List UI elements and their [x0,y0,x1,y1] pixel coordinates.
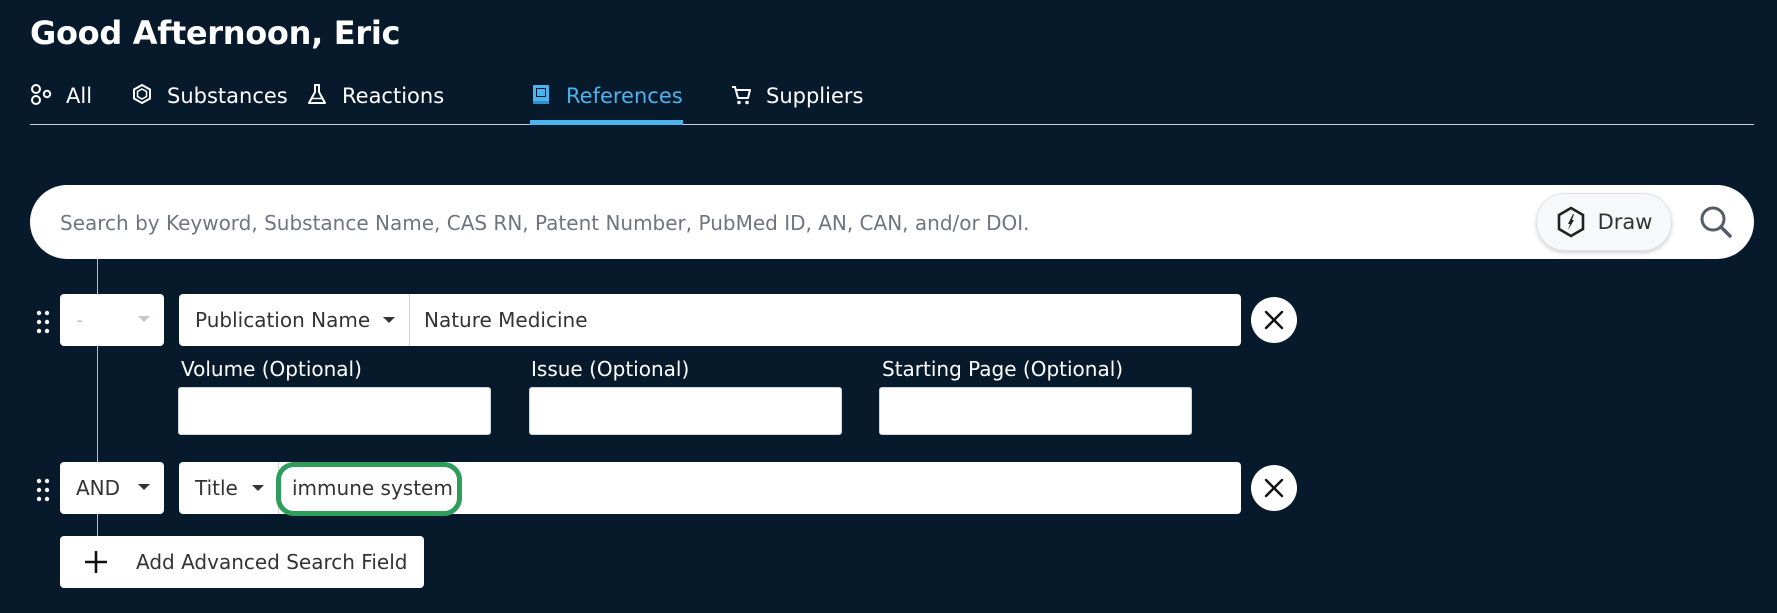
draw-structure-icon [1557,206,1584,238]
hexagon-icon [133,83,151,105]
volume-input[interactable] [178,387,491,435]
tab-substances-label: Substances [167,84,288,108]
add-field-label: Add Advanced Search Field [136,550,408,574]
search-bar: Draw [30,185,1754,261]
search-type-tabs: All Substances Reactions References Supp… [30,78,1754,125]
field-value-input[interactable] [422,294,1232,346]
page: Good Afternoon, Eric All Substances Reac… [0,0,1777,613]
draw-button-label: Draw [1597,210,1653,234]
issue-label: Issue (Optional) [531,357,690,381]
remove-field-button[interactable] [1251,297,1297,343]
field-value-input[interactable] [290,462,1230,514]
operator-select[interactable]: - [60,294,164,346]
close-icon [1264,478,1284,498]
chevron-down-icon [383,317,395,323]
tab-suppliers-label: Suppliers [766,84,864,108]
tab-suppliers[interactable]: Suppliers [730,78,863,124]
book-icon [533,85,549,104]
field-type-value: Publication Name [195,308,371,332]
flask-icon [308,84,326,104]
drag-handle-icon[interactable] [36,310,50,334]
close-icon [1264,310,1284,330]
chevron-down-icon [138,484,150,490]
field-type-value: Title [195,476,238,500]
advanced-field-row: Publication Name [179,294,1241,346]
operator-value: - [76,308,84,332]
starting-page-label: Starting Page (Optional) [882,357,1124,381]
search-icon[interactable] [1698,204,1734,240]
tab-substances[interactable]: Substances [131,78,288,124]
tab-references[interactable]: References [530,78,683,125]
tab-references-label: References [566,84,683,108]
operator-select[interactable]: AND [60,462,164,514]
tab-all[interactable]: All [30,78,92,124]
operator-value: AND [76,476,121,500]
field-type-select[interactable]: Title [179,462,279,514]
greeting-heading: Good Afternoon, Eric [30,14,401,52]
field-type-select[interactable]: Publication Name [179,294,410,346]
add-advanced-search-field-button[interactable]: Add Advanced Search Field [60,536,424,588]
volume-label: Volume (Optional) [181,357,362,381]
tab-reactions-label: Reactions [342,84,445,108]
advanced-field-row: Title [179,462,1241,514]
tab-reactions[interactable]: Reactions [306,78,444,124]
search-input[interactable] [58,185,1542,261]
remove-field-button[interactable] [1251,465,1297,511]
plus-icon [85,551,107,573]
cart-icon [732,86,751,105]
chevron-down-icon [138,316,150,322]
chevron-down-icon [252,485,264,491]
tab-all-label: All [66,84,93,108]
issue-input[interactable] [529,387,842,435]
drag-handle-icon[interactable] [36,478,50,502]
all-icon [31,84,52,105]
draw-button[interactable]: Draw [1536,193,1672,251]
starting-page-input[interactable] [879,387,1192,435]
